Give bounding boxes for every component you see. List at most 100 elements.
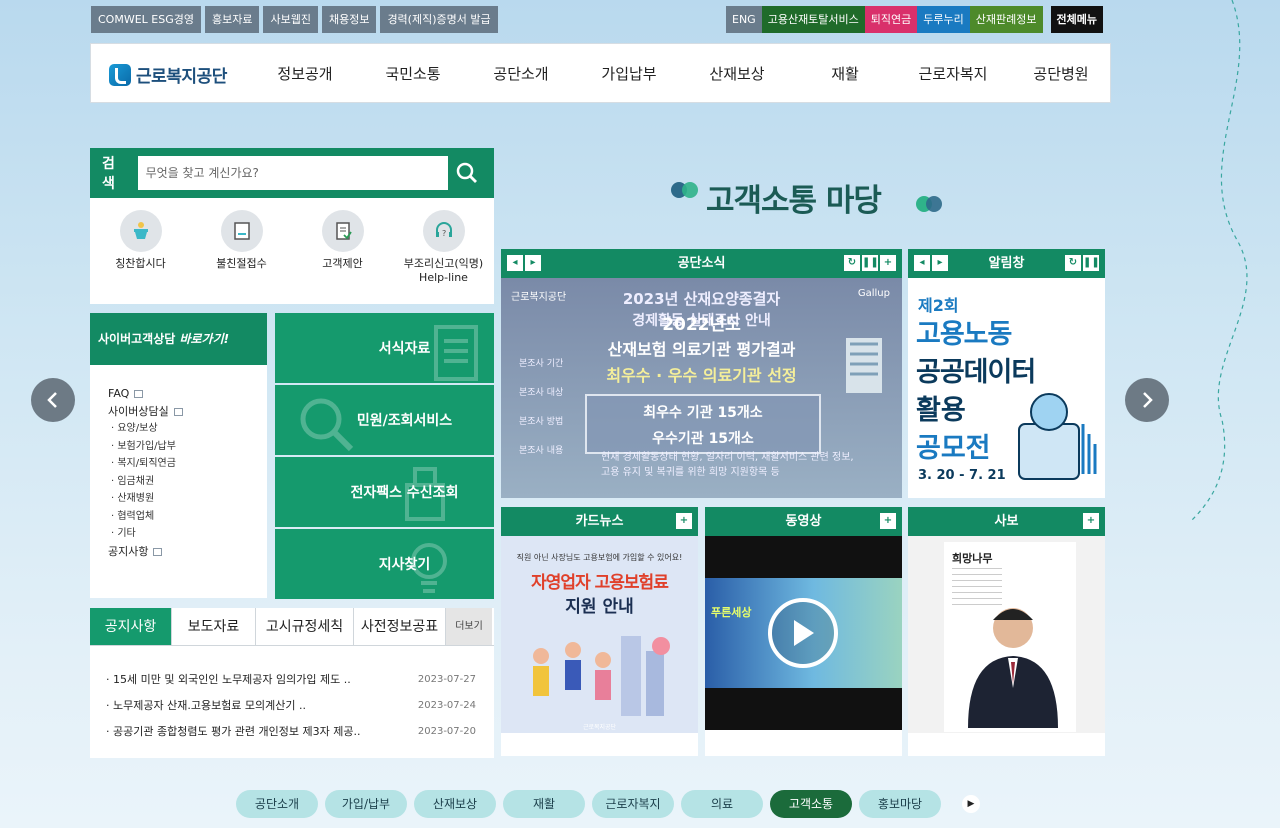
plus-icon[interactable]: + <box>880 513 896 529</box>
util-link-esg[interactable]: COMWEL ESG경영 <box>91 6 201 33</box>
cyber-link-notice[interactable]: 공지사항 <box>108 543 267 561</box>
quick-link-helpline[interactable]: ? 부조리신고(익명) Help-line <box>396 210 492 285</box>
bottom-tab-payment[interactable]: 가입/납부 <box>325 790 407 818</box>
quick-link-proposal[interactable]: 고객제안 <box>295 210 391 285</box>
tab-notice[interactable]: 공지사항 <box>90 608 172 645</box>
document-icon <box>434 325 478 381</box>
pause-icon[interactable]: ❚❚ <box>862 255 879 271</box>
card-video-title: 동영상 <box>785 514 822 529</box>
tile-civil-service[interactable]: 민원/조회서비스 <box>275 385 494 455</box>
gnb-item-payment[interactable]: 가입납부 <box>575 44 683 104</box>
card-alarm-image[interactable]: 제2회 고용노동 공공데이터 활용 공모전 3. 20 - 7. 21 <box>908 278 1105 498</box>
tab-regulations[interactable]: 고시규정세칙 <box>256 608 354 645</box>
cardnews-footer: 근로복지공단 <box>582 724 617 731</box>
util-link-certificate[interactable]: 경력(제직)증명서 발급 <box>380 6 498 33</box>
fax-icon <box>405 467 445 521</box>
site-logo[interactable]: 근로복지공단 <box>109 62 227 87</box>
tile-forms[interactable]: 서식자료 <box>275 313 494 383</box>
util-link-pension[interactable]: 퇴직연금 <box>864 6 918 33</box>
card-news-image[interactable]: 근로복지공단 Gallup 2023년 산재요양종결자 경제활동 실태조사 안내… <box>501 278 902 498</box>
carousel-next-button[interactable] <box>1125 378 1169 422</box>
search-input[interactable]: 무엇을 찾고 계신가요? <box>137 156 449 190</box>
util-link-eng[interactable]: ENG <box>726 6 762 33</box>
play-icon <box>794 620 814 646</box>
decorative-curve <box>1192 0 1248 520</box>
cyber-link-insurance[interactable]: · 보험가입/납부 <box>108 438 267 456</box>
alarm-line2: 고용노동 <box>916 319 1012 350</box>
notice-row[interactable]: · 15세 미만 및 외국인인 노무제공자 임의가입 제도 .. 2023-07… <box>106 667 476 693</box>
cyber-counsel-header[interactable]: 사이버고객상담 바로가기! <box>90 313 267 365</box>
cyber-link-welfare[interactable]: · 복지/퇴직연금 <box>108 455 267 473</box>
cyber-link-wage[interactable]: · 임금채권 <box>108 473 267 491</box>
prev-icon[interactable]: ◂ <box>507 255 523 271</box>
cyber-link-counsel[interactable]: 사이버상담실 <box>108 403 267 421</box>
news-labels: 본조사 기간 본조사 대상 본조사 방법 본조사 내용 <box>519 359 564 456</box>
refresh-icon[interactable]: ↻ <box>1065 255 1081 271</box>
pause-icon[interactable]: ❚❚ <box>1083 255 1100 271</box>
cyber-link-care[interactable]: · 요양/보상 <box>108 420 267 438</box>
util-link-recruit[interactable]: 채용정보 <box>321 6 377 33</box>
card-cardnews-image[interactable]: 직원 아닌 사장님도 고용보험에 가입할 수 있어요! 자영업자 고용보험료 지… <box>501 536 698 733</box>
notice-row[interactable]: · 공공기관 종합청렴도 평가 관련 개인정보 제3자 제공.. 2023-07… <box>106 719 476 745</box>
refresh-icon[interactable]: ↻ <box>844 255 860 271</box>
util-link-durunuri[interactable]: 두루누리 <box>917 6 970 33</box>
bottom-tab-communication[interactable]: 고객소통 <box>770 790 852 818</box>
bottom-tab-about[interactable]: 공단소개 <box>236 790 318 818</box>
bottom-tab-medical[interactable]: 의료 <box>681 790 763 818</box>
service-tiles: 서식자료 민원/조회서비스 전자팩스 수신조회 지사찾기 <box>275 313 494 601</box>
search-button[interactable] <box>448 156 486 190</box>
bottom-tabs-next-button[interactable]: ▶ <box>962 795 980 813</box>
chevron-right-icon <box>1143 392 1153 408</box>
cyber-link-faq[interactable]: FAQ <box>108 385 267 403</box>
plus-icon[interactable]: + <box>676 513 692 529</box>
quote-open-icon <box>671 182 698 198</box>
sabo-cover: 희망나무 <box>944 542 1076 732</box>
util-link-precedent[interactable]: 산재판례정보 <box>969 6 1043 33</box>
bottom-tab-welfare[interactable]: 근로자복지 <box>592 790 674 818</box>
tile-efax[interactable]: 전자팩스 수신조회 <box>275 457 494 527</box>
util-link-pr[interactable]: 홍보자료 <box>204 6 260 33</box>
bottom-tab-compensation[interactable]: 산재보상 <box>414 790 496 818</box>
cyber-link-partner[interactable]: · 협력업체 <box>108 508 267 526</box>
cardnews-heading2: 지원 안내 <box>565 597 634 617</box>
prev-icon[interactable]: ◂ <box>914 255 930 271</box>
search-panel: 검색 무엇을 찾고 계신가요? 칭찬합시다 불친절접수 고객제안 ? 부조리신고… <box>90 148 494 304</box>
card-news-title: 공단소식 <box>677 256 726 271</box>
util-link-webzine[interactable]: 사보웹진 <box>263 6 318 33</box>
gnb-item-info[interactable]: 정보공개 <box>251 44 359 104</box>
alarm-line4: 활용 <box>916 395 966 426</box>
tab-press[interactable]: 보도자료 <box>172 608 256 645</box>
card-news-header: ◂ ▸ 공단소식 ↻ ❚❚ + <box>501 249 902 278</box>
cyber-link-hospital[interactable]: · 산재병원 <box>108 490 267 508</box>
next-icon[interactable]: ▸ <box>525 255 541 271</box>
gnb-item-rehab[interactable]: 재활 <box>791 44 899 104</box>
card-alarm-controls: ↻ ❚❚ <box>1065 255 1100 271</box>
quick-link-praise[interactable]: 칭찬합시다 <box>93 210 189 285</box>
plus-icon[interactable]: + <box>1083 513 1099 529</box>
carousel-prev-button[interactable] <box>31 378 75 422</box>
gnb-item-about[interactable]: 공단소개 <box>467 44 575 104</box>
notice-more-button[interactable]: 더보기 <box>446 608 492 645</box>
card-sabo-image[interactable]: 희망나무 <box>908 536 1105 733</box>
next-icon[interactable]: ▸ <box>932 255 948 271</box>
bottom-tab-rehab[interactable]: 재활 <box>503 790 585 818</box>
plus-icon[interactable]: + <box>880 255 896 271</box>
quick-link-complaint[interactable]: 불친절접수 <box>194 210 290 285</box>
notice-row[interactable]: · 노무제공자 산재.고용보험료 모의계산기 .. 2023-07-24 <box>106 693 476 719</box>
all-menu-button[interactable]: 전체메뉴 <box>1050 6 1103 33</box>
gnb-item-welfare[interactable]: 근로자복지 <box>899 44 1007 104</box>
gnb-item-hospital[interactable]: 공단병원 <box>1007 44 1115 104</box>
utility-links-left: COMWEL ESG경영 홍보자료 사보웹진 채용정보 경력(제직)증명서 발급 <box>91 6 498 33</box>
util-link-total-service[interactable]: 고용산재토탈서비스 <box>761 6 865 33</box>
card-video-player[interactable]: 푸른세상 <box>705 536 902 730</box>
quick-links: 칭찬합시다 불친절접수 고객제안 ? 부조리신고(익명) Help-line <box>90 198 494 285</box>
tab-disclosure[interactable]: 사전정보공표 <box>354 608 446 645</box>
quick-link-label: 칭찬합시다 <box>115 257 166 270</box>
cyber-link-etc[interactable]: · 기타 <box>108 525 267 543</box>
gnb-item-compensation[interactable]: 산재보상 <box>683 44 791 104</box>
bottom-tab-promotion[interactable]: 홍보마당 <box>859 790 941 818</box>
play-button[interactable] <box>768 598 838 668</box>
tile-find-branch[interactable]: 지사찾기 <box>275 529 494 599</box>
gnb-item-communication[interactable]: 국민소통 <box>359 44 467 104</box>
magnifier-icon <box>300 398 354 452</box>
